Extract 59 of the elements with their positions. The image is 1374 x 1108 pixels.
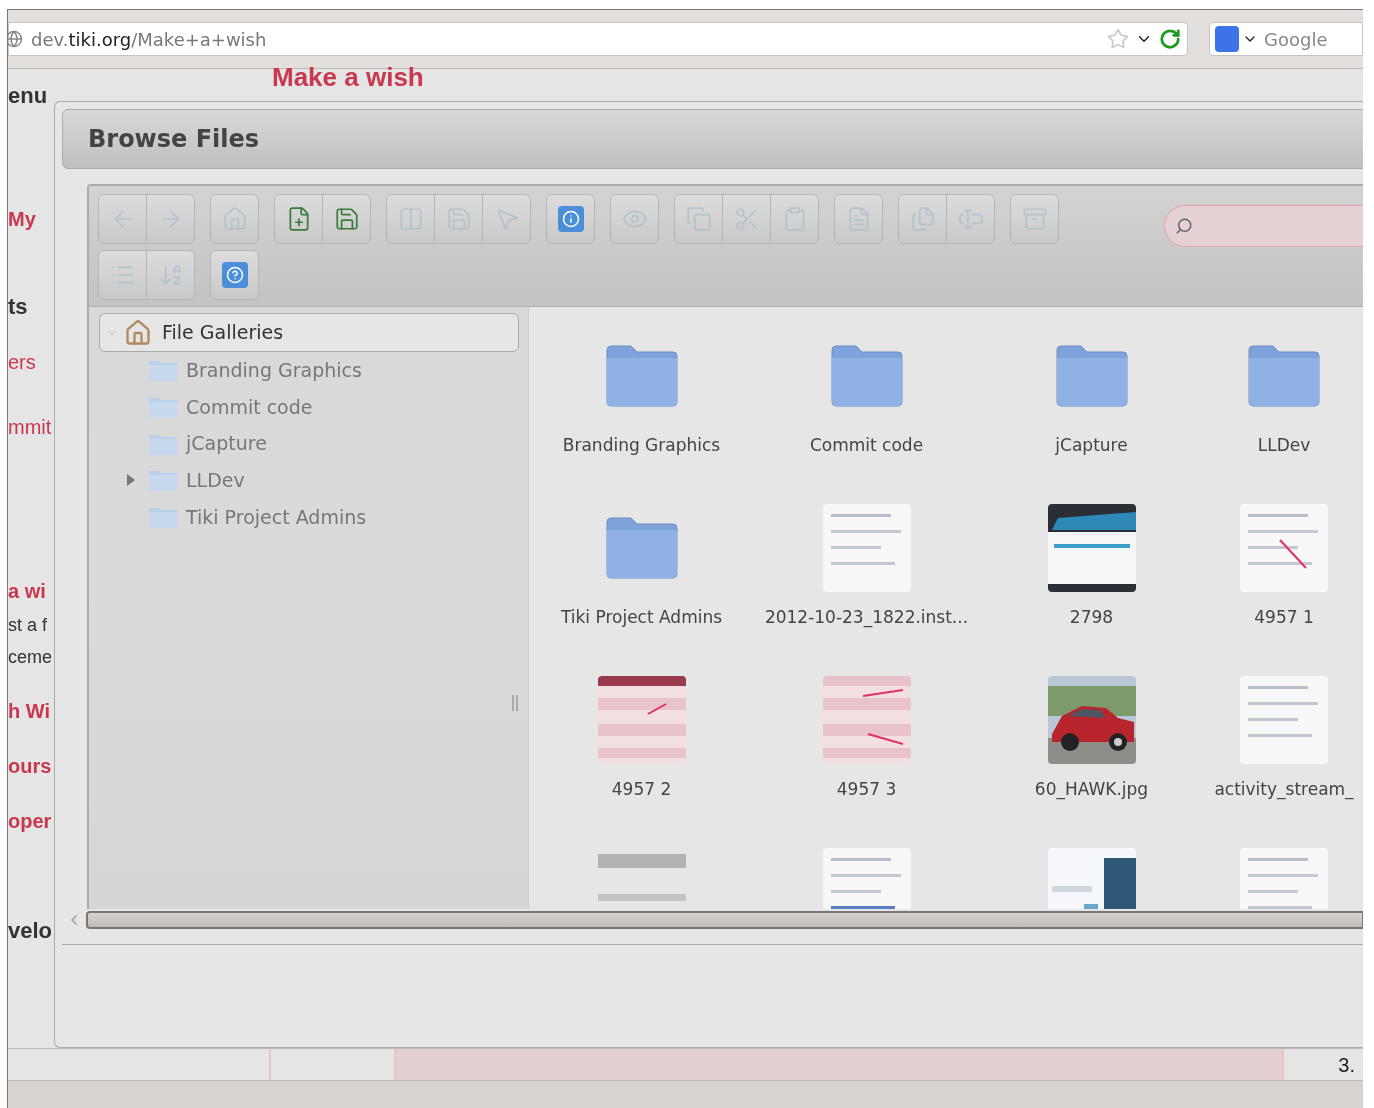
copy-icon xyxy=(685,206,712,232)
file-name[interactable]: LLDev xyxy=(1257,433,1311,459)
dialog-title: Browse Files xyxy=(88,124,260,155)
file-name[interactable]: 2798 xyxy=(1069,605,1114,631)
folder-icon xyxy=(148,505,178,530)
address-bar[interactable]: dev.tiki.org/Make+a+wish xyxy=(8,22,1188,56)
folder-icon xyxy=(148,395,178,420)
page-heading: Make a wish xyxy=(272,63,425,91)
archive-icon xyxy=(1021,206,1048,232)
resize-handle[interactable] xyxy=(512,695,518,711)
sort-icon xyxy=(157,262,184,288)
folder-icon xyxy=(1054,344,1129,408)
toolbar-button[interactable] xyxy=(274,194,323,244)
folder-icon xyxy=(1247,344,1321,408)
search-icon xyxy=(1175,217,1193,235)
sidebar-link[interactable]: ers xyxy=(8,351,54,373)
globe-icon xyxy=(8,30,23,48)
columns-icon xyxy=(397,206,424,232)
house-icon xyxy=(221,206,248,232)
sidebar-link[interactable]: a wi xyxy=(8,580,54,602)
folder-icon xyxy=(604,344,679,408)
star-icon[interactable] xyxy=(1107,28,1129,50)
folder-icon xyxy=(829,344,904,408)
file-name[interactable]: Commit code xyxy=(809,433,924,459)
folder-icon xyxy=(604,516,679,580)
info-icon xyxy=(557,206,584,232)
expand-arrow-icon[interactable] xyxy=(126,473,136,488)
file-name[interactable]: 2012-10-23_1822.inst... xyxy=(764,605,969,631)
file-name[interactable]: Tiki Project Admins xyxy=(560,605,723,631)
tree-item[interactable]: File Galleries xyxy=(99,313,519,352)
file-name[interactable]: 4957 3 xyxy=(836,777,897,803)
page-number: 3. xyxy=(1337,1053,1356,1078)
files-icon xyxy=(909,206,936,232)
toolbar-button[interactable] xyxy=(210,250,259,300)
text-cursor-icon xyxy=(957,206,984,232)
file-name[interactable]: Branding Graphics xyxy=(562,433,721,459)
sidebar-link[interactable]: ours xyxy=(8,755,54,777)
house-icon xyxy=(124,318,152,347)
sidebar-link[interactable]: h Wi xyxy=(8,700,54,722)
sidebar-link[interactable]: My xyxy=(8,208,54,230)
file-name[interactable]: 4957 2 xyxy=(611,777,672,803)
sidebar-link[interactable]: mmit xyxy=(8,416,54,438)
search-field[interactable] xyxy=(1164,205,1363,247)
url-text: dev.tiki.org/Make+a+wish xyxy=(31,27,267,52)
file-name[interactable]: 4957 1 xyxy=(1254,605,1314,631)
search-placeholder: Google xyxy=(1264,27,1328,52)
sidebar-link[interactable]: oper xyxy=(8,810,54,832)
folder-icon xyxy=(148,468,178,493)
help-icon xyxy=(221,262,248,288)
search-engine-icon xyxy=(1215,26,1239,52)
file-name[interactable]: jCapture xyxy=(1055,433,1128,459)
horizontal-scrollbar[interactable] xyxy=(86,911,1363,929)
toolbar-button[interactable] xyxy=(322,194,371,244)
reload-icon[interactable] xyxy=(1159,28,1181,50)
toolbar-button[interactable] xyxy=(546,194,595,244)
file-name[interactable]: 60_HAWK.jpg xyxy=(1034,777,1149,803)
folder-icon xyxy=(148,358,178,383)
search-engine-field[interactable]: Google xyxy=(1209,22,1363,56)
file-name[interactable]: activity_stream_ xyxy=(1214,777,1354,803)
